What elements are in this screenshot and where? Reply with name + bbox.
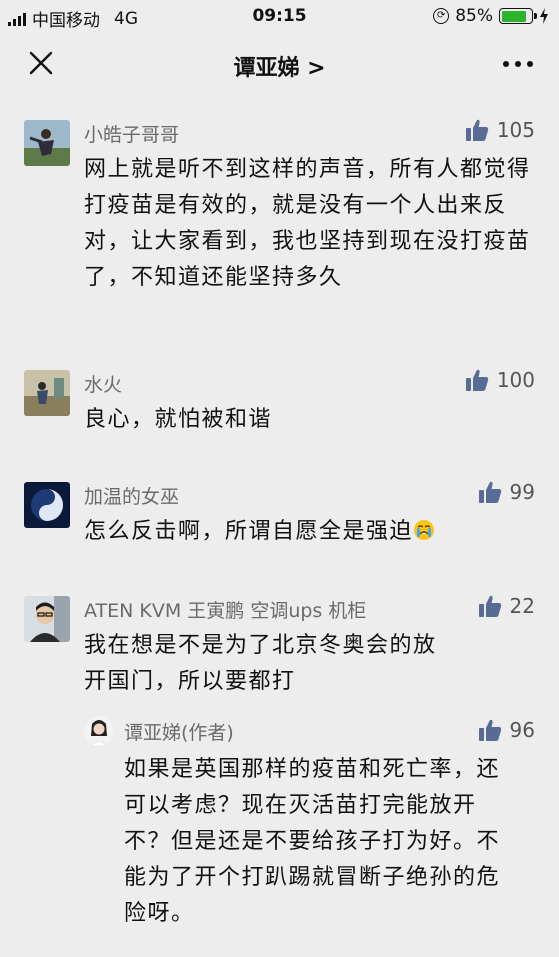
like-count: 22 bbox=[509, 594, 535, 618]
battery-percent: 85% bbox=[455, 6, 493, 26]
comment-text-body: 怎么反击啊，所谓自愿全是强迫 bbox=[84, 519, 414, 544]
thumbs-up-icon bbox=[465, 119, 488, 141]
comment-author[interactable]: 加温的女巫 bbox=[84, 482, 179, 509]
like-count: 99 bbox=[509, 480, 535, 504]
more-icon[interactable] bbox=[501, 54, 535, 74]
comment-item: 小皓子哥哥 105 网上就是听不到这样的声音，所有人都觉得打疫苗是有效的，就是没… bbox=[0, 108, 559, 338]
comment-text: 我在想是不是为了北京冬奥会的放开国门，所以要都打 bbox=[84, 633, 437, 694]
page-title[interactable]: 谭亚娣 > bbox=[0, 50, 559, 82]
avatar[interactable] bbox=[24, 120, 70, 166]
comment-text: 怎么反击啊，所谓自愿全是强迫 bbox=[84, 514, 534, 550]
status-bar: 中国移动 4G 09:15 ⟳ 85% bbox=[0, 0, 559, 32]
nav-bar: 谭亚娣 > bbox=[0, 32, 559, 94]
author-avatar[interactable] bbox=[84, 716, 114, 746]
thumbs-up-icon bbox=[465, 369, 488, 391]
thumbs-up-icon bbox=[478, 719, 501, 741]
status-right: ⟳ 85% bbox=[433, 6, 549, 26]
thumbs-up-icon bbox=[478, 481, 501, 503]
orientation-lock-icon: ⟳ bbox=[433, 8, 450, 24]
like-button[interactable]: 22 bbox=[478, 594, 535, 618]
reply-text: 如果是英国那样的疫苗和死亡率，还可以考虑？现在灭活苗打完能放开不？但是还是不要给… bbox=[124, 757, 501, 926]
comment-item: 加温的女巫 99 怎么反击啊，所谓自愿全是强迫 bbox=[0, 470, 559, 570]
charging-icon bbox=[540, 8, 548, 24]
like-count: 100 bbox=[496, 368, 535, 392]
comment-item: ATEN KVM 王寅鹏 空调ups 机柜 22 我在想是不是为了北京冬奥会的放… bbox=[0, 584, 559, 704]
like-button[interactable]: 105 bbox=[465, 118, 535, 142]
battery-level bbox=[501, 10, 527, 22]
battery-icon bbox=[499, 8, 537, 24]
avatar[interactable] bbox=[24, 370, 70, 416]
like-count: 96 bbox=[509, 718, 535, 742]
comment-item: 水火 100 良心，就怕被和谐 bbox=[0, 358, 559, 448]
comment-author[interactable]: 水火 bbox=[84, 370, 122, 397]
comment-author[interactable]: ATEN KVM 王寅鹏 空调ups 机柜 bbox=[84, 596, 366, 623]
comment-author[interactable]: 小皓子哥哥 bbox=[84, 120, 179, 147]
like-count: 105 bbox=[496, 118, 535, 142]
avatar[interactable] bbox=[24, 596, 70, 642]
reply-author[interactable]: 谭亚娣(作者) bbox=[124, 718, 234, 745]
avatar[interactable] bbox=[24, 482, 70, 528]
comment-text: 良心，就怕被和谐 bbox=[84, 407, 273, 432]
crying-emoji-icon bbox=[414, 520, 435, 540]
like-button[interactable]: 96 bbox=[478, 718, 535, 742]
comment-text: 网上就是听不到这样的声音，所有人都觉得打疫苗是有效的，就是没有一个人出来反对，让… bbox=[84, 157, 531, 290]
like-button[interactable]: 100 bbox=[465, 368, 535, 392]
thumbs-up-icon bbox=[478, 595, 501, 617]
like-button[interactable]: 99 bbox=[478, 480, 535, 504]
reply-item: 谭亚娣(作者) 96 如果是英国那样的疫苗和死亡率，还可以考虑？现在灭活苗打完能… bbox=[0, 708, 559, 948]
